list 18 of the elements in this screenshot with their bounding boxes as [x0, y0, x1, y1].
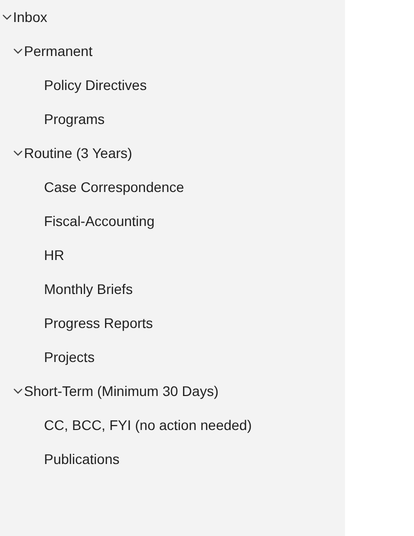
folder-item[interactable]: Projects	[0, 340, 345, 374]
folder-item[interactable]: Fiscal-Accounting	[0, 204, 345, 238]
folder-item[interactable]: HR	[0, 238, 345, 272]
chevron-icon[interactable]	[13, 46, 23, 56]
folder-item[interactable]: Programs	[0, 102, 345, 136]
folder-item[interactable]: Monthly Briefs	[0, 272, 345, 306]
folder-item[interactable]: Progress Reports	[0, 306, 345, 340]
folder-item[interactable]: CC, BCC, FYI (no action needed)	[0, 408, 345, 442]
folder-item[interactable]: Short-Term (Minimum 30 Days)	[0, 374, 345, 408]
folder-item[interactable]: Publications	[0, 442, 345, 476]
chevron-icon[interactable]	[13, 148, 23, 158]
folder-item[interactable]: Routine (3 Years)	[0, 136, 345, 170]
folder-item[interactable]: Case Correspondence	[0, 170, 345, 204]
folder-item[interactable]: Inbox	[0, 0, 345, 34]
chevron-icon[interactable]	[2, 12, 12, 22]
chevron-icon[interactable]	[13, 386, 23, 396]
folder-item[interactable]: Permanent	[0, 34, 345, 68]
folder-item[interactable]: Policy Directives	[0, 68, 345, 102]
